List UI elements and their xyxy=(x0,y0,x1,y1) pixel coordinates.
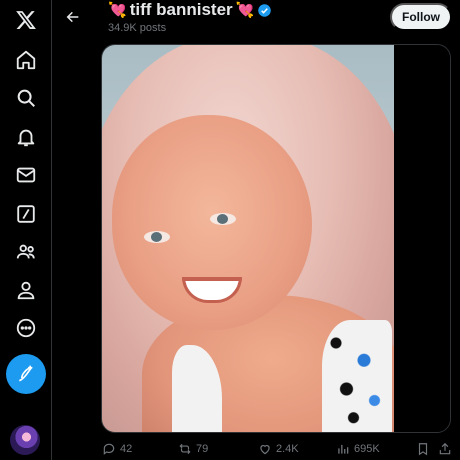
post-photo xyxy=(102,45,394,432)
nav-rail xyxy=(0,0,52,460)
views-button[interactable]: 695K xyxy=(336,442,380,456)
profile-icon[interactable] xyxy=(6,270,46,310)
like-count: 2.4K xyxy=(276,443,299,455)
notifications-icon[interactable] xyxy=(6,117,46,157)
more-icon[interactable] xyxy=(6,308,46,348)
grok-icon[interactable] xyxy=(6,194,46,234)
search-icon[interactable] xyxy=(6,78,46,118)
profile-display-name: 💘 tiff bannister 💘 xyxy=(108,0,272,20)
x-logo-icon[interactable] xyxy=(6,0,46,40)
repost-count: 79 xyxy=(196,443,209,455)
home-icon[interactable] xyxy=(6,40,46,80)
bookmark-icon xyxy=(418,443,428,456)
compose-post-button[interactable] xyxy=(6,354,46,394)
follow-button[interactable]: Follow xyxy=(390,3,452,31)
back-button[interactable] xyxy=(60,4,86,30)
communities-icon[interactable] xyxy=(6,232,46,272)
compose-post-icon xyxy=(19,365,33,382)
views-chart-icon xyxy=(338,444,349,454)
reply-icon xyxy=(103,443,115,455)
reply-button[interactable]: 42 xyxy=(102,442,132,456)
like-button[interactable]: 2.4K xyxy=(258,442,299,456)
heart-icon xyxy=(260,445,270,455)
verified-badge-icon xyxy=(258,3,272,17)
share-icon xyxy=(439,442,451,455)
heart-arrow-emoji-right: 💘 xyxy=(235,2,255,19)
repost-icon xyxy=(179,443,191,455)
posts-count: 34.9K posts xyxy=(108,22,167,34)
bookmark-button[interactable] xyxy=(416,442,430,456)
account-avatar[interactable] xyxy=(10,425,40,455)
reply-count: 42 xyxy=(120,443,133,455)
share-button[interactable] xyxy=(438,442,452,456)
post-action-bar: 42 79 2.4K 695K xyxy=(100,440,456,460)
view-count: 695K xyxy=(354,443,380,455)
display-name-text: tiff bannister xyxy=(129,0,233,19)
messages-icon[interactable] xyxy=(6,155,46,195)
repost-button[interactable]: 79 xyxy=(178,442,208,456)
post-media[interactable] xyxy=(101,44,451,433)
heart-arrow-emoji-left: 💘 xyxy=(108,2,127,19)
back-arrow-icon xyxy=(66,11,79,23)
